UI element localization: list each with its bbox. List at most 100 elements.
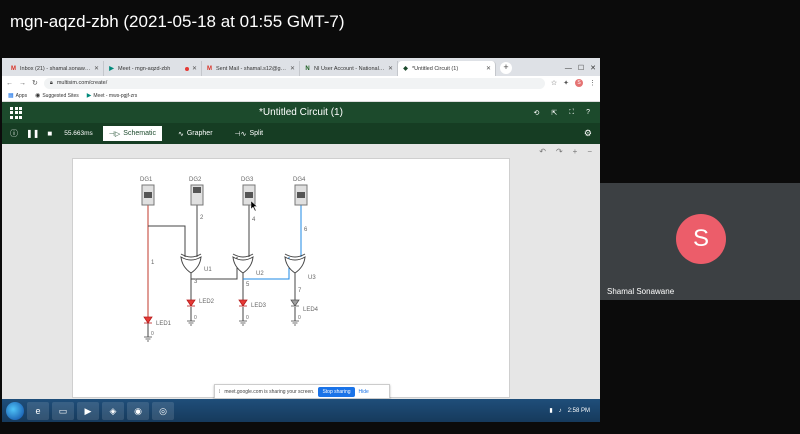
star-icon[interactable]: ☆ <box>551 79 557 87</box>
gate-label-u2: U2 <box>256 271 264 277</box>
net-label-4: 4 <box>252 217 256 223</box>
switch-group <box>141 184 308 206</box>
zoom-in-icon[interactable]: + <box>573 147 578 156</box>
multisim-icon: ◆ <box>403 65 408 72</box>
browser-tab-strip: M Inbox (21) - shamal.sonawane@... ✕ ▶ M… <box>2 58 600 76</box>
info-icon[interactable]: ⓘ <box>10 128 18 139</box>
drag-handle-icon[interactable]: ⁞ <box>219 389 220 395</box>
circuit-title[interactable]: *Untitled Circuit (1) <box>2 107 600 118</box>
stop-icon[interactable]: ■ <box>47 129 52 138</box>
reload-icon[interactable]: ↻ <box>32 79 38 87</box>
close-icon[interactable]: ✕ <box>94 65 99 72</box>
switch-label-dg2: DG2 <box>189 177 202 183</box>
xor-gate-u2[interactable] <box>232 256 254 274</box>
network-icon[interactable]: ▮ <box>549 407 552 414</box>
led-4[interactable] <box>290 299 300 307</box>
pause-icon[interactable]: ❚❚ <box>26 129 39 138</box>
participant-avatar: S <box>676 214 726 264</box>
gate-label-u3: U3 <box>308 275 316 281</box>
extension-icon[interactable]: ✦ <box>563 79 569 87</box>
led-1[interactable] <box>143 316 153 324</box>
browser-tab-meet[interactable]: ▶ Meet - mgn-aqzd-zbh ✕ <box>104 61 202 76</box>
suggested-sites-icon: ◉ <box>35 93 41 99</box>
zoom-out-icon[interactable]: − <box>587 147 592 156</box>
close-icon[interactable]: ✕ <box>388 65 393 72</box>
media-icon[interactable]: ▶ <box>77 401 99 420</box>
canvas-tools: ↶ ↷ + − <box>539 147 592 156</box>
tab-schematic[interactable]: ⊣▷ Schematic <box>102 126 162 141</box>
browser-tab-inbox[interactable]: M Inbox (21) - shamal.sonawane@... ✕ <box>6 61 104 76</box>
ground-label-2: 0 <box>194 315 197 321</box>
participant-tile[interactable]: S Shamal Sonawane <box>600 183 800 300</box>
net-label-1: 1 <box>151 260 155 266</box>
apps-icon: ▦ <box>8 93 14 99</box>
new-tab-icon[interactable]: + <box>500 62 512 74</box>
circuit-diagram: DG1 DG2 DG3 DG4 1 2 3 4 5 6 7 U1 U2 U3 L… <box>140 177 319 342</box>
bookmarks-bar: ▦ Apps ◉ Suggested Sites ▶ Meet - mws-pg… <box>2 90 600 102</box>
close-window-icon[interactable]: ✕ <box>590 64 596 72</box>
profile-avatar[interactable]: S <box>575 79 583 87</box>
recording-icon <box>184 66 189 71</box>
back-icon[interactable]: ← <box>6 80 13 87</box>
shared-screen: M Inbox (21) - shamal.sonawane@... ✕ ▶ M… <box>2 58 600 422</box>
chrome-icon[interactable]: ◎ <box>152 401 174 420</box>
close-icon[interactable]: ✕ <box>290 65 295 72</box>
forward-icon[interactable]: → <box>19 80 26 87</box>
bookmark-suggested-sites[interactable]: ◉ Suggested Sites <box>35 92 79 100</box>
xor-gate-u1[interactable] <box>180 256 202 274</box>
tab-label: *Untitled Circuit (1) <box>412 65 459 72</box>
windows-taskbar: e ▭ ▶ ◈ ◉ ◎ ▮ ♪ 2:58 PM <box>2 399 600 422</box>
ie-icon[interactable]: e <box>27 401 49 420</box>
minimize-icon[interactable]: — <box>565 65 572 72</box>
browser-tab-ni[interactable]: N NI User Account - National Instr... ✕ <box>300 61 398 76</box>
bookmark-meet[interactable]: ▶ Meet - mws-pgjf-zrs <box>87 92 138 100</box>
bookmark-label: Suggested Sites <box>42 92 79 99</box>
screen-share-bar: ⁞ meet.google.com is sharing your screen… <box>214 384 390 399</box>
tab-label: Schematic <box>123 130 156 137</box>
led-label-4: LED4 <box>303 307 319 313</box>
led-label-3: LED3 <box>251 303 267 309</box>
led-3[interactable] <box>238 299 248 307</box>
volume-icon[interactable]: ♪ <box>559 408 562 414</box>
gmail-icon: M <box>207 65 212 72</box>
wire-dg1-u1 <box>148 225 186 257</box>
clock[interactable]: 2:58 PM <box>568 408 590 414</box>
undo-icon[interactable]: ↶ <box>539 147 546 156</box>
gear-icon[interactable]: ⚙ <box>584 128 592 139</box>
net-label-5: 5 <box>246 282 250 288</box>
tab-split[interactable]: ⊣∿ Split <box>229 126 270 141</box>
bookmark-label: Meet - mws-pgjf-zrs <box>93 92 138 99</box>
xor-gate-u3[interactable] <box>284 256 306 274</box>
start-button[interactable] <box>6 401 24 420</box>
net-label-2: 2 <box>200 215 204 221</box>
close-icon[interactable]: ✕ <box>486 65 491 72</box>
schematic-sheet[interactable]: DG1 DG2 DG3 DG4 1 2 3 4 5 6 7 U1 U2 U3 L… <box>72 158 510 398</box>
redo-icon[interactable]: ↷ <box>556 147 563 156</box>
tab-grapher[interactable]: ∿ Grapher <box>172 126 219 141</box>
browser-tab-circuit[interactable]: ◆ *Untitled Circuit (1) ✕ <box>398 61 496 76</box>
folder-icon[interactable]: ▭ <box>52 401 74 420</box>
tab-label: Meet - mgn-aqzd-zbh <box>118 65 171 72</box>
browser-tab-sent[interactable]: M Sent Mail - shamal.s12@gmail.c... ✕ <box>202 61 300 76</box>
url-input[interactable]: 🔒︎ multisim.com/create/ <box>43 77 545 89</box>
tab-label: Split <box>249 130 264 137</box>
split-icon: ⊣∿ <box>234 130 247 138</box>
app-icon[interactable]: ◈ <box>102 401 124 420</box>
hide-button[interactable]: Hide <box>359 389 369 395</box>
gmail-icon: M <box>11 65 16 72</box>
maximize-icon[interactable]: ☐ <box>578 64 584 72</box>
app-icon[interactable]: ◉ <box>127 401 149 420</box>
net-label-7: 7 <box>298 288 302 294</box>
led-2[interactable] <box>186 299 196 307</box>
net-label-6: 6 <box>304 227 308 233</box>
close-icon[interactable]: ✕ <box>192 65 197 72</box>
share-message: meet.google.com is sharing your screen. <box>224 388 315 395</box>
simulation-time: 55.663ms <box>64 130 93 137</box>
bookmark-apps[interactable]: ▦ Apps <box>8 92 27 100</box>
schematic-canvas[interactable]: ↶ ↷ + − DG1 DG2 DG3 DG4 1 2 3 4 5 6 7 U1… <box>2 144 600 399</box>
participant-name: Shamal Sonawane <box>607 287 675 296</box>
menu-icon[interactable]: ⋮ <box>589 79 596 87</box>
stop-sharing-button[interactable]: Stop sharing <box>318 386 355 397</box>
tab-label: Inbox (21) - shamal.sonawane@... <box>20 65 91 72</box>
meet-icon: ▶ <box>109 65 114 72</box>
